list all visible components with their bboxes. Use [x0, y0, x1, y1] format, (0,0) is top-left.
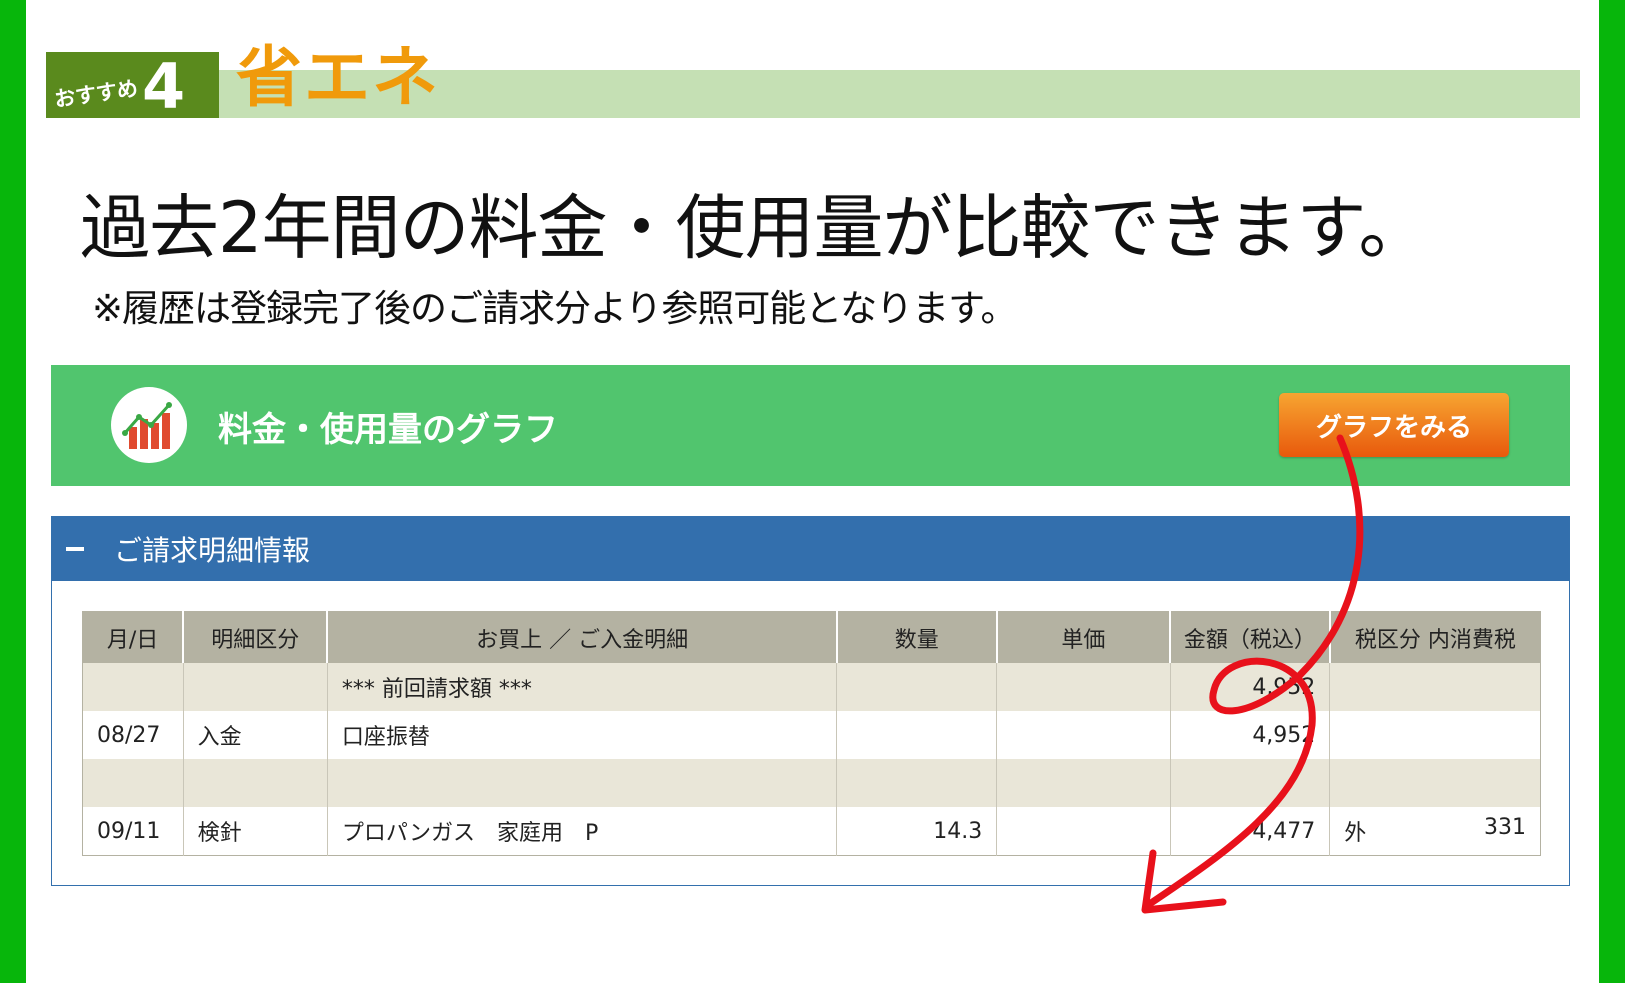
- column-header: 金額（税込）: [1170, 611, 1331, 663]
- detail-cell: [327, 759, 838, 807]
- graph-panel: 料金・使用量のグラフ グラフをみる: [51, 365, 1570, 486]
- tax-amount: 331: [1484, 815, 1526, 840]
- category-cell: 検針: [183, 807, 328, 856]
- table-row: 08/27 入金 口座振替 4,952: [82, 711, 1541, 759]
- tax-cell: [1329, 759, 1541, 807]
- detail-cell: プロパンガス 家庭用 P: [327, 807, 838, 856]
- history-note: ※履歴は登録完了後のご請求分より参照可能となります。: [92, 287, 1017, 330]
- quantity-cell: [836, 759, 998, 807]
- detail-cell: *** 前回請求額 ***: [327, 663, 838, 711]
- billing-details-panel: ご請求明細情報 月/日 明細区分 お買上 ／ ご入金明細 数量 単価 金額（税込…: [51, 516, 1570, 886]
- table-row: [82, 759, 1541, 807]
- unit-price-cell: [996, 807, 1171, 856]
- amount-cell: 4,952: [1170, 663, 1331, 711]
- category-cell: 入金: [183, 711, 328, 759]
- view-graph-button[interactable]: グラフをみる: [1279, 393, 1509, 457]
- date-cell: 09/11: [82, 807, 184, 856]
- recommend-badge: おすすめ 4: [46, 52, 219, 118]
- column-header: 単価: [996, 611, 1172, 663]
- recommend-badge-label: おすすめ: [52, 76, 140, 112]
- recommend-badge-number: 4: [142, 50, 186, 123]
- category-cell: [183, 663, 328, 711]
- date-cell: [82, 663, 184, 711]
- unit-price-cell: [996, 663, 1171, 711]
- graph-panel-title: 料金・使用量のグラフ: [218, 410, 558, 450]
- amount-cell: [1170, 759, 1331, 807]
- column-header: 月/日: [82, 611, 185, 663]
- recommend-title: 省エネ: [236, 39, 440, 116]
- quantity-cell: [836, 711, 998, 759]
- date-cell: 08/27: [82, 711, 184, 759]
- table-row: *** 前回請求額 *** 4,952: [82, 663, 1541, 711]
- date-cell: [82, 759, 184, 807]
- table-header-row: 月/日 明細区分 お買上 ／ ご入金明細 数量 単価 金額（税込） 税区分 内消…: [82, 611, 1541, 663]
- column-header: 明細区分: [183, 611, 329, 663]
- bar-chart-icon: [111, 387, 187, 463]
- amount-cell: 4,477: [1170, 807, 1331, 856]
- amount-cell: 4,952: [1170, 711, 1331, 759]
- column-header: 税区分 内消費税: [1329, 611, 1541, 663]
- tax-cell: [1329, 663, 1541, 711]
- billing-details-title: ご請求明細情報: [114, 534, 311, 567]
- unit-price-cell: [996, 759, 1171, 807]
- detail-cell: 口座振替: [327, 711, 838, 759]
- tax-class: 外: [1344, 821, 1367, 846]
- quantity-cell: 14.3: [836, 807, 998, 856]
- collapse-minus-icon[interactable]: [66, 547, 84, 551]
- page-headline: 過去2年間の料金・使用量が比較できます。: [80, 187, 1429, 269]
- right-green-border: [1599, 0, 1625, 983]
- column-header: お買上 ／ ご入金明細: [327, 611, 838, 663]
- tax-cell: [1329, 711, 1541, 759]
- billing-details-header[interactable]: ご請求明細情報: [52, 517, 1569, 581]
- unit-price-cell: [996, 711, 1171, 759]
- left-green-border: [0, 0, 26, 983]
- column-header: 数量: [836, 611, 998, 663]
- category-cell: [183, 759, 328, 807]
- table-row: 09/11 検針 プロパンガス 家庭用 P 14.3 4,477 外 331: [82, 807, 1541, 856]
- tax-cell: 外 331: [1329, 807, 1541, 856]
- quantity-cell: [836, 663, 998, 711]
- billing-table: 月/日 明細区分 お買上 ／ ご入金明細 数量 単価 金額（税込） 税区分 内消…: [82, 611, 1541, 856]
